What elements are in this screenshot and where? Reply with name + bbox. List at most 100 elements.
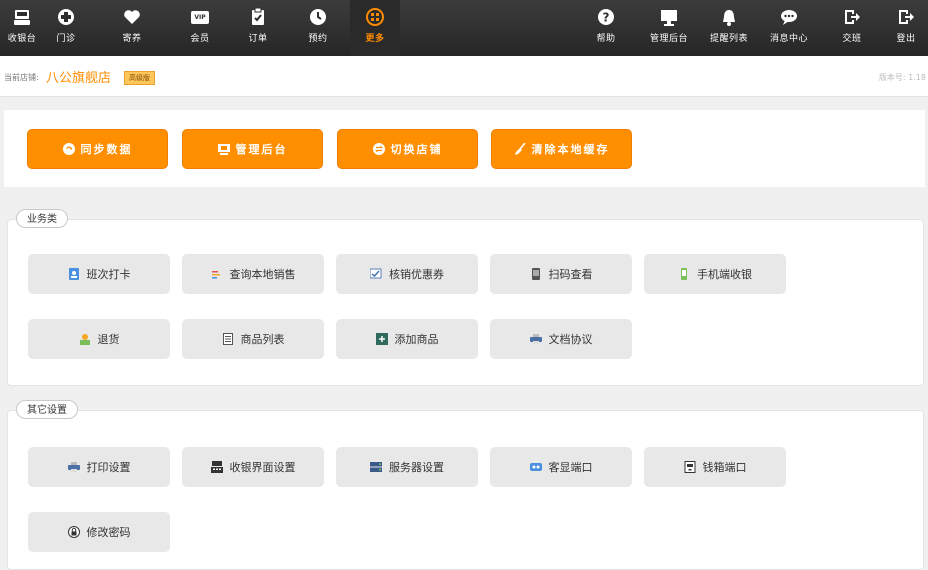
- add-product-label: 添加商品: [394, 333, 439, 346]
- doc-agreement-button[interactable]: 文档协议: [490, 319, 632, 359]
- cashier-register-icon: [11, 6, 33, 28]
- server-settings-label: 服务器设置: [389, 461, 444, 474]
- exit-door-icon: [841, 6, 863, 28]
- nav-member-label: 会员: [190, 34, 210, 44]
- shift-checkin-button[interactable]: 班次打卡: [28, 254, 170, 294]
- doc-agreement-label: 文档协议: [548, 333, 593, 346]
- nav-boarding[interactable]: 寄养: [110, 0, 154, 56]
- nav-shift-label: 交班: [842, 34, 862, 44]
- switch-store-button[interactable]: 切换店铺: [337, 129, 478, 169]
- nav-orders[interactable]: 订单: [236, 0, 280, 56]
- cashier-ui-settings-label: 收银界面设置: [229, 461, 296, 474]
- clear-cache-button[interactable]: 清除本地缓存: [491, 129, 632, 169]
- printer-icon: [67, 461, 80, 473]
- bell-icon: [718, 6, 740, 28]
- cashier-ui-settings-button[interactable]: 收银界面设置: [182, 447, 324, 487]
- vip-card-text: VIP: [191, 10, 209, 24]
- print-settings-label: 打印设置: [86, 461, 131, 474]
- product-list-button[interactable]: 商品列表: [182, 319, 324, 359]
- scan-view-button[interactable]: 扫码查看: [490, 254, 632, 294]
- monitor-icon: [217, 143, 230, 155]
- mobile-cashier-button[interactable]: 手机端收银: [644, 254, 786, 294]
- admin-backend-button[interactable]: 管理后台: [182, 129, 323, 169]
- nav-reminders-label: 提醒列表: [709, 34, 748, 44]
- coupon-check-icon: [370, 268, 382, 280]
- cash-register-icon: [210, 461, 223, 473]
- store-tier-badge: 高级版: [124, 71, 155, 85]
- svg-text:?: ?: [603, 11, 610, 25]
- customer-display-port-button[interactable]: 客显端口: [490, 447, 632, 487]
- add-product-button[interactable]: 添加商品: [336, 319, 478, 359]
- redeem-coupon-button[interactable]: 核销优惠券: [336, 254, 478, 294]
- local-sales-button[interactable]: 查询本地销售: [182, 254, 324, 294]
- server-icon: [370, 461, 382, 473]
- sales-list-icon: [211, 268, 223, 280]
- clear-cache-label: 清除本地缓存: [531, 143, 610, 156]
- nav-more-label: 更多: [365, 34, 385, 44]
- print-settings-button[interactable]: 打印设置: [28, 447, 170, 487]
- id-card-icon: [68, 268, 80, 280]
- nav-clinic[interactable]: 门诊: [44, 0, 88, 56]
- lock-icon: [67, 526, 80, 538]
- nav-clinic-label: 门诊: [56, 34, 76, 44]
- monitor-icon: [658, 6, 680, 28]
- logout-icon: [895, 6, 917, 28]
- chat-bubble-icon: [778, 6, 800, 28]
- nav-orders-label: 订单: [248, 34, 268, 44]
- other-settings-section-title: 其它设置: [16, 400, 78, 419]
- help-question-icon: ?: [595, 6, 617, 28]
- clipboard-check-icon: [247, 6, 269, 28]
- server-settings-button[interactable]: 服务器设置: [336, 447, 478, 487]
- current-store-label: 当前店铺:: [4, 73, 39, 82]
- vip-card-icon: VIP: [189, 6, 211, 28]
- clock-icon: [307, 6, 329, 28]
- return-label: 退货: [97, 333, 120, 346]
- nav-admin[interactable]: 管理后台: [644, 0, 694, 56]
- nav-cashier[interactable]: 收银台: [0, 0, 44, 56]
- customer-display-port-label: 客显端口: [548, 461, 593, 474]
- nav-messages[interactable]: 消息中心: [764, 0, 814, 56]
- cash-drawer-port-button[interactable]: 钱箱端口: [644, 447, 786, 487]
- nav-messages-label: 消息中心: [769, 34, 808, 44]
- sync-icon: [62, 143, 75, 155]
- nav-admin-label: 管理后台: [649, 34, 688, 44]
- redeem-coupon-label: 核销优惠券: [389, 268, 444, 281]
- current-store-name: 八公旗舰店: [46, 71, 112, 86]
- return-button[interactable]: 退货: [28, 319, 170, 359]
- nav-reminders[interactable]: 提醒列表: [704, 0, 754, 56]
- nav-member[interactable]: VIP 会员: [178, 0, 222, 56]
- scan-device-icon: [530, 268, 542, 280]
- local-sales-label: 查询本地销售: [229, 268, 296, 281]
- sync-data-button[interactable]: 同步数据: [27, 129, 168, 169]
- switch-store-label: 切换店铺: [390, 143, 443, 156]
- nav-more[interactable]: 更多: [350, 0, 400, 56]
- admin-backend-label: 管理后台: [235, 143, 288, 156]
- return-box-icon: [79, 333, 91, 345]
- medical-cross-icon: [55, 6, 77, 28]
- business-panel: [7, 219, 924, 386]
- change-password-button[interactable]: 修改密码: [28, 512, 170, 552]
- printer-icon: [529, 333, 542, 345]
- nav-shift[interactable]: 交班: [830, 0, 874, 56]
- switch-icon: [372, 143, 385, 155]
- nav-logout[interactable]: 登出: [884, 0, 928, 56]
- heart-icon: [121, 6, 143, 28]
- scan-view-label: 扫码查看: [548, 268, 593, 281]
- nav-help[interactable]: ? 帮助: [584, 0, 628, 56]
- shift-checkin-label: 班次打卡: [86, 268, 131, 281]
- nav-logout-label: 登出: [896, 34, 916, 44]
- more-grid-icon: [364, 6, 386, 28]
- display-port-icon: [529, 461, 542, 473]
- document-list-icon: [222, 333, 234, 345]
- nav-booking[interactable]: 预约: [296, 0, 340, 56]
- sync-data-label: 同步数据: [80, 143, 133, 156]
- quick-actions-card: 同步数据 管理后台 切换店铺 清除本地缓存: [4, 110, 925, 187]
- product-list-label: 商品列表: [240, 333, 285, 346]
- nav-booking-label: 预约: [308, 34, 328, 44]
- nav-cashier-label: 收银台: [7, 34, 37, 44]
- version-number: 版本号: 1.18: [878, 73, 926, 82]
- mobile-phone-icon: [678, 268, 690, 280]
- top-nav-bar: 收银台 门诊 寄养 VIP 会员 订单 预约 更多 ? 帮助 管理后台 提醒列表…: [0, 0, 928, 56]
- cash-drawer-icon: [684, 461, 696, 473]
- nav-help-label: 帮助: [596, 34, 616, 44]
